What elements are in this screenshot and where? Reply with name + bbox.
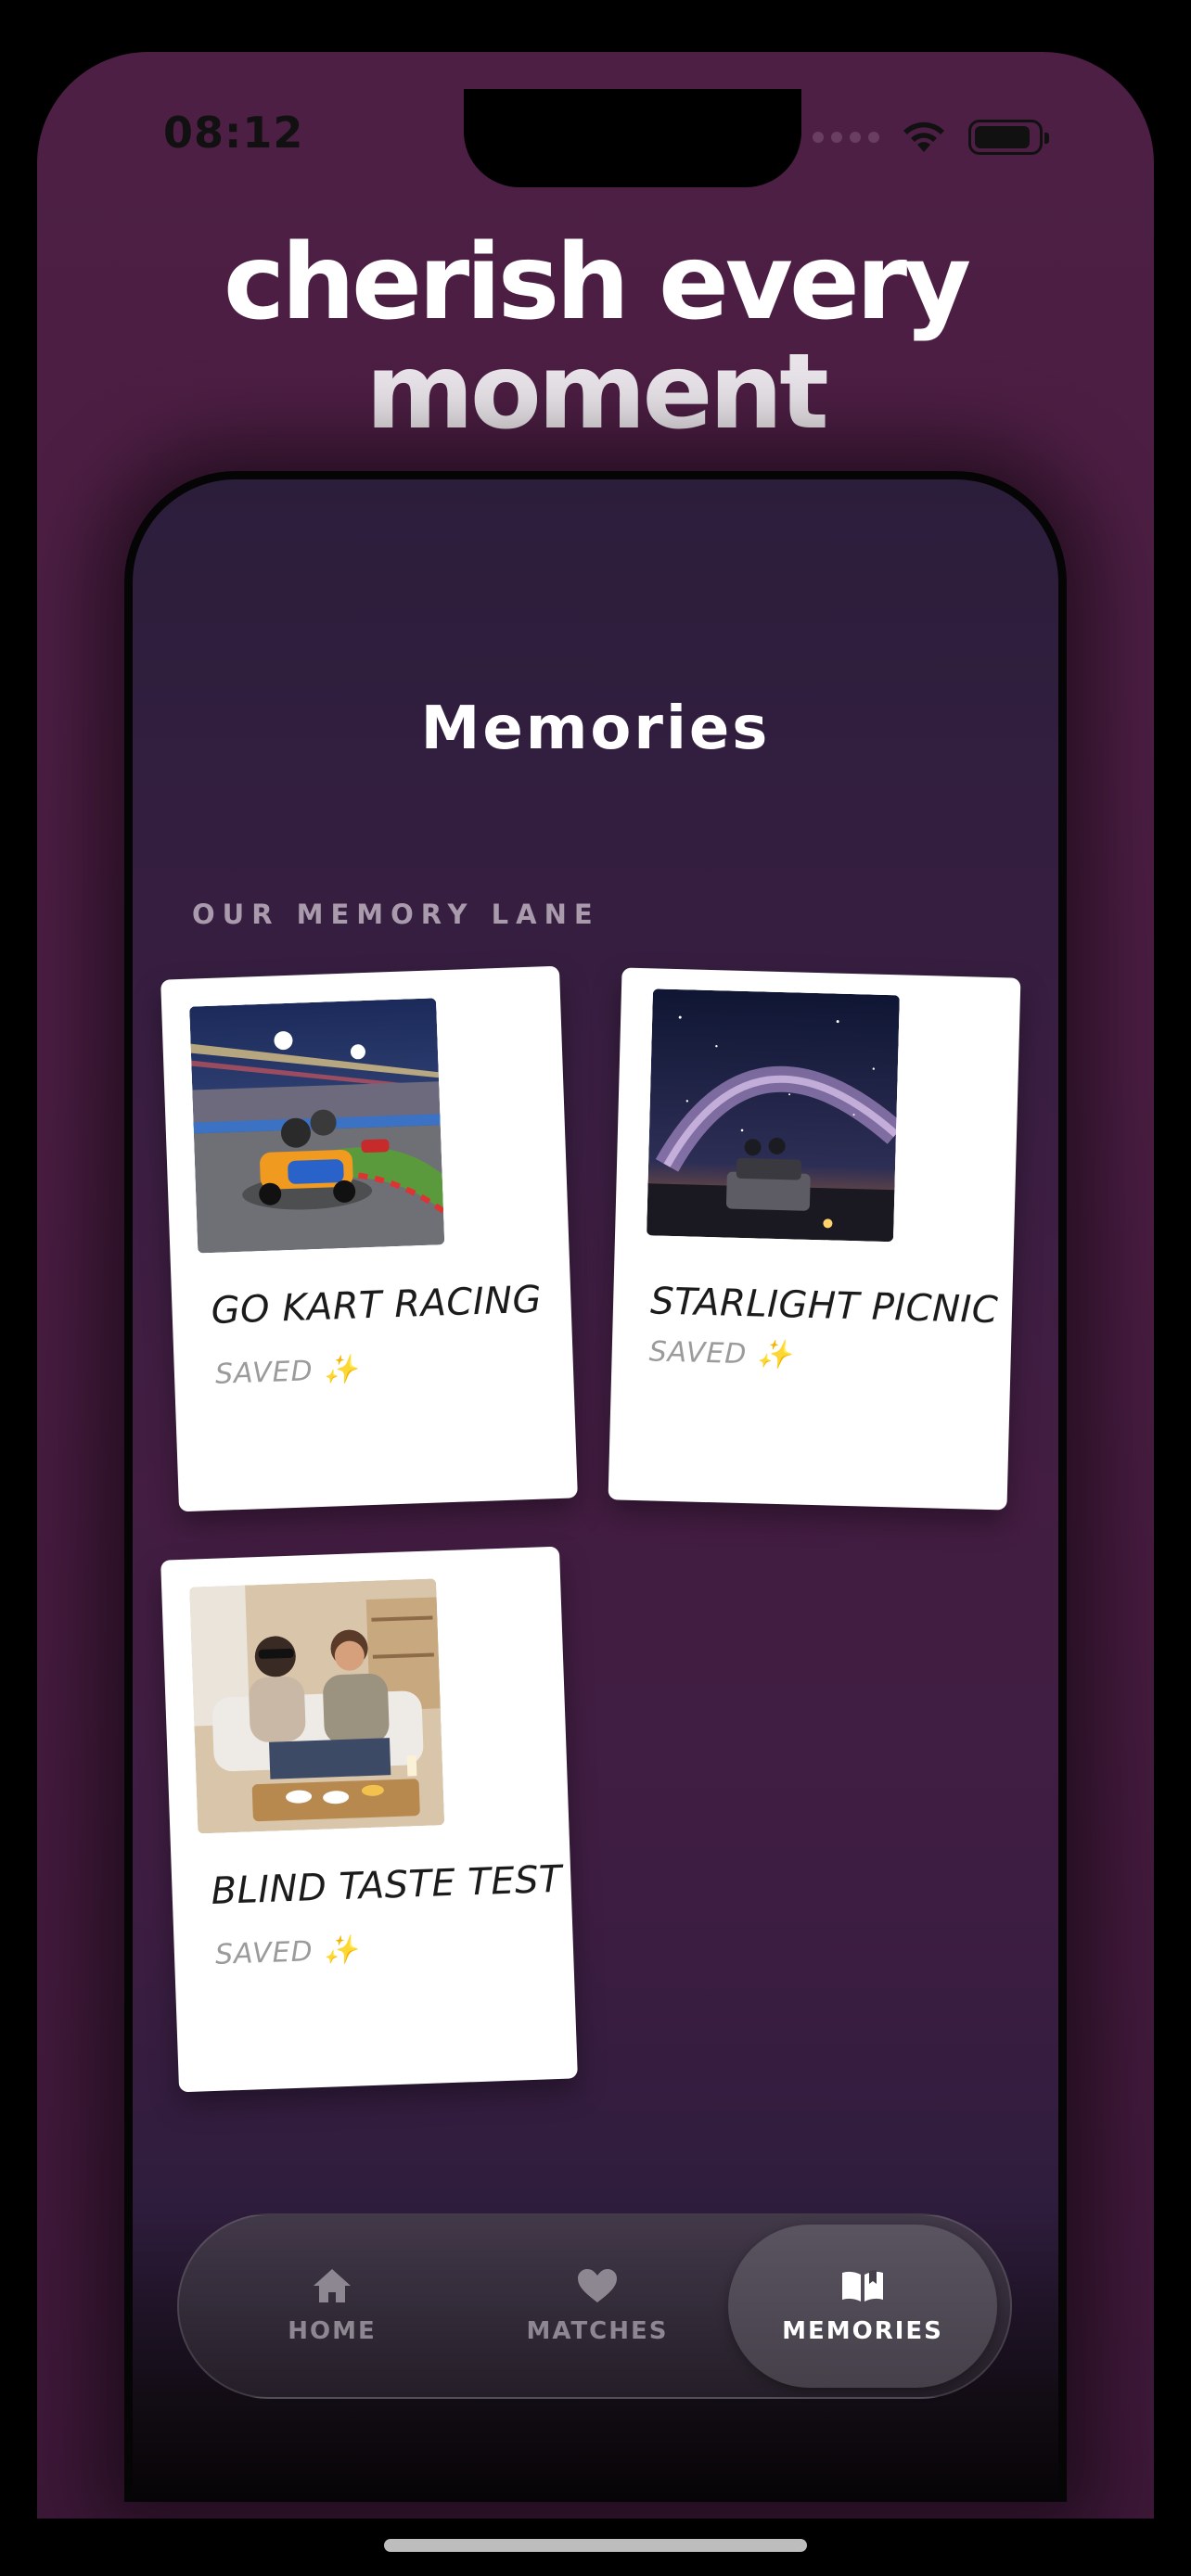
memory-status: SAVED ✨ (214, 1353, 359, 1390)
sparkles-icon: ✨ (322, 1353, 360, 1387)
blind-taste-test-photo (189, 1578, 445, 1834)
open-book-icon (842, 2270, 883, 2302)
tab-label: HOME (288, 2317, 377, 2345)
memory-caption: BLIND TASTE TEST (210, 1857, 563, 1913)
memory-caption: STARLIGHT PICNIC (649, 1280, 999, 1333)
battery-icon (968, 120, 1049, 155)
headline-line-2: moment (365, 332, 829, 453)
stage: 08:12 cherish every moment Memories OUR … (0, 0, 1191, 2576)
status-icons (813, 119, 1049, 156)
memory-status: SAVED ✨ (648, 1335, 792, 1371)
tab-label: MEMORIES (782, 2317, 943, 2345)
memory-card-starlight-picnic[interactable]: STARLIGHT PICNIC SAVED ✨ (608, 967, 1021, 1511)
signal-dots-icon (813, 132, 879, 143)
wifi-icon (903, 121, 944, 152)
status-time: 08:12 (163, 108, 304, 158)
heart-icon (578, 2269, 617, 2302)
tab-label: MATCHES (526, 2317, 669, 2345)
memory-card-blind-taste-test[interactable]: BLIND TASTE TEST SAVED ✨ (160, 1546, 578, 2093)
memory-status: SAVED ✨ (214, 1933, 359, 1970)
headline: cherish every moment (37, 228, 1154, 447)
memory-status-text: SAVED (214, 1935, 314, 1971)
sparkles-icon: ✨ (756, 1338, 793, 1372)
headline-line-1: cherish every (223, 223, 971, 343)
tab-memories[interactable]: MEMORIES (728, 2225, 997, 2388)
memory-card-go-kart[interactable]: GO KART RACING SAVED ✨ (160, 965, 578, 1512)
section-label: OUR MEMORY LANE (192, 899, 600, 930)
home-icon (314, 2269, 351, 2302)
memory-status-text: SAVED (214, 1355, 314, 1391)
app-phone-frame: Memories OUR MEMORY LANE GO KART RACING … (124, 471, 1067, 2502)
starlight-picnic-photo (647, 988, 900, 1243)
tab-matches[interactable]: MATCHES (463, 2225, 732, 2388)
go-kart-photo (189, 998, 445, 1254)
tab-home[interactable]: HOME (198, 2225, 467, 2388)
dynamic-island (464, 89, 801, 187)
memory-status-text: SAVED (648, 1335, 748, 1371)
battery-fill (975, 126, 1030, 148)
tab-bar: HOME MATCHES MEMORIES (177, 2213, 1012, 2399)
memory-caption: GO KART RACING (210, 1278, 543, 1333)
home-indicator[interactable] (384, 2539, 807, 2552)
page-title: Memories (420, 695, 771, 763)
sparkles-icon: ✨ (322, 1933, 360, 1968)
